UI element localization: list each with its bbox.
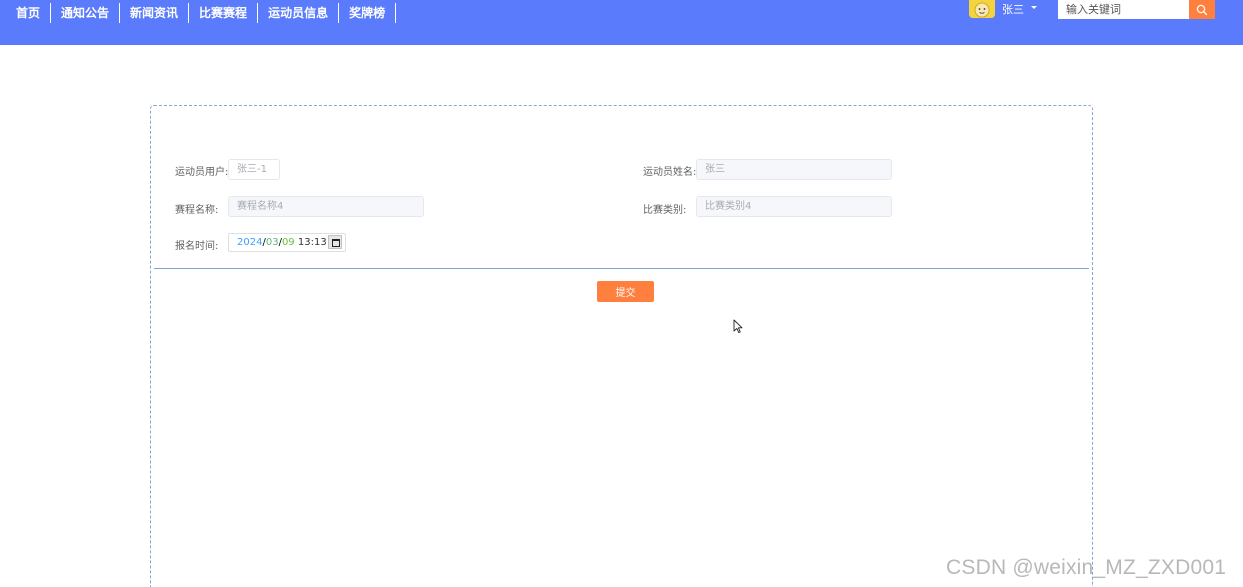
watermark: CSDN @weixin_MZ_ZXD001 xyxy=(946,556,1227,579)
athlete-name-label: 运动员姓名: xyxy=(643,167,697,178)
date-time: 13:13 xyxy=(297,237,327,248)
search-input[interactable] xyxy=(1058,0,1189,19)
nav-item-home[interactable]: 首页 xyxy=(6,3,52,23)
avatar-face-icon xyxy=(969,0,995,18)
date-year: 2024 xyxy=(237,237,263,248)
chevron-down-icon[interactable] xyxy=(1031,6,1037,9)
category-label: 比赛类别: xyxy=(643,205,687,216)
signup-time-label: 报名时间: xyxy=(175,241,219,252)
signup-form-panel: 运动员用户: 张三-1 运动员姓名: 张三 赛程名称: 赛程名称4 比赛类别: … xyxy=(150,105,1093,587)
nav-item-notices[interactable]: 通知公告 xyxy=(51,3,121,23)
top-nav-bar: 首页 通知公告 新闻资讯 比赛赛程 运动员信息 奖牌榜 张三 xyxy=(0,0,1243,45)
nav-item-medals[interactable]: 奖牌榜 xyxy=(339,3,397,23)
calendar-icon[interactable] xyxy=(328,235,342,249)
submit-button[interactable]: 提交 xyxy=(597,281,654,302)
nav-item-news[interactable]: 新闻资讯 xyxy=(120,3,190,23)
form-divider xyxy=(154,268,1089,269)
avatar[interactable] xyxy=(969,0,995,18)
search-button[interactable] xyxy=(1189,0,1215,19)
signup-time-input[interactable]: 2024/03/09 13:13 xyxy=(228,233,346,252)
athlete-name-field[interactable]: 张三 xyxy=(696,159,892,180)
athlete-user-field[interactable]: 张三-1 xyxy=(228,159,280,180)
date-day: 09 xyxy=(281,237,295,248)
schedule-name-field[interactable]: 赛程名称4 xyxy=(228,196,424,217)
user-name[interactable]: 张三 xyxy=(1002,1,1024,17)
date-month: 03 xyxy=(265,237,279,248)
search-icon xyxy=(1196,4,1208,15)
nav-item-athletes[interactable]: 运动员信息 xyxy=(258,3,340,23)
main-nav: 首页 通知公告 新闻资讯 比赛赛程 运动员信息 奖牌榜 xyxy=(6,3,397,23)
mouse-cursor-icon xyxy=(733,319,743,334)
athlete-user-label: 运动员用户: xyxy=(175,167,229,178)
schedule-name-label: 赛程名称: xyxy=(175,205,219,216)
nav-item-schedule[interactable]: 比赛赛程 xyxy=(189,3,259,23)
category-field[interactable]: 比赛类别4 xyxy=(696,196,892,217)
